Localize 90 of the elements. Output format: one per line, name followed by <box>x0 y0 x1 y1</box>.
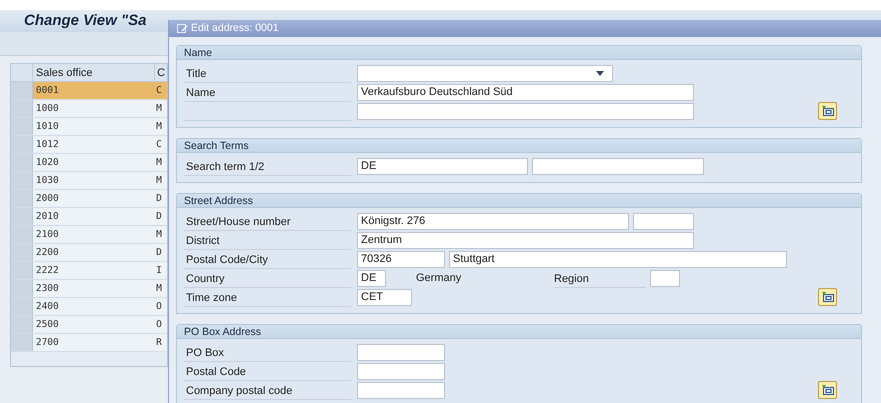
field-label: Time zone <box>184 288 351 306</box>
field-label: Title <box>184 64 351 82</box>
table-cell: C <box>155 82 167 99</box>
detail-button[interactable] <box>818 102 837 120</box>
table-cell: 1000 <box>32 100 156 117</box>
row-selector[interactable] <box>11 154 33 171</box>
input-field[interactable] <box>357 344 445 361</box>
dropdown-field[interactable] <box>357 65 613 82</box>
table-cell: 2100 <box>32 226 156 243</box>
detail-icon <box>822 292 834 302</box>
field-label: Region <box>554 270 646 288</box>
input-field[interactable] <box>357 363 445 380</box>
input-field[interactable] <box>532 158 704 175</box>
table-cell: 2010 <box>32 208 156 225</box>
table-cell: 2400 <box>32 298 156 315</box>
table-cell: M <box>155 100 167 117</box>
window-title: Change View "Sa <box>24 10 146 31</box>
table-cell: 1030 <box>32 172 156 189</box>
table-cell: M <box>155 172 167 189</box>
row-selector[interactable] <box>11 172 33 189</box>
table-cell: 1012 <box>32 136 156 153</box>
table-cell: 2222 <box>32 262 156 279</box>
input-field[interactable]: Zentrum <box>357 232 694 249</box>
group-header: Street Address <box>177 194 861 208</box>
row-selector[interactable] <box>11 334 33 351</box>
table-cell: 1010 <box>32 118 156 135</box>
field-label: Postal Code <box>184 362 351 380</box>
row-selector[interactable] <box>11 118 33 135</box>
table-cell: M <box>155 226 167 243</box>
input-field[interactable]: Verkaufsburo Deutschland Süd <box>357 84 694 101</box>
country-name-text: Germany <box>416 271 462 286</box>
row-selector[interactable] <box>11 298 33 315</box>
table-cell: M <box>155 154 167 171</box>
input-field[interactable] <box>357 103 694 120</box>
table-cell: 2500 <box>32 316 156 333</box>
input-field[interactable] <box>357 382 445 399</box>
group-header: Search Terms <box>177 139 861 153</box>
input-field[interactable]: DE <box>357 270 386 287</box>
field-label: Street/House number <box>184 212 351 230</box>
row-selector[interactable] <box>11 244 33 261</box>
row-selector[interactable] <box>11 100 33 117</box>
input-field[interactable]: CET <box>357 289 412 306</box>
column-header[interactable]: C <box>155 64 167 81</box>
field-label: Name <box>184 84 351 102</box>
input-field[interactable]: 70326 <box>357 251 445 268</box>
group-header: Name <box>177 46 861 60</box>
column-header[interactable]: Sales office <box>32 64 156 81</box>
table-cell: 2700 <box>32 334 156 351</box>
table-cell: O <box>155 316 167 333</box>
table-cell: D <box>155 190 167 207</box>
table-cell: 2200 <box>32 244 156 261</box>
table-cell: 2000 <box>32 190 156 207</box>
dropdown-caret-icon <box>596 71 604 76</box>
table-cell: I <box>155 262 167 279</box>
detail-button[interactable] <box>818 381 837 399</box>
table-cell: 0001 <box>32 82 156 99</box>
row-selector[interactable] <box>11 226 33 243</box>
field-label: Postal Code/City <box>184 250 351 268</box>
input-field[interactable]: Stuttgart <box>449 251 787 268</box>
row-selector[interactable] <box>11 82 33 99</box>
dialog-title: Edit address: 0001 <box>191 20 279 36</box>
table-cell: M <box>155 280 167 297</box>
table-cell: 2300 <box>32 280 156 297</box>
row-selector[interactable] <box>11 190 33 207</box>
row-selector[interactable] <box>11 262 33 279</box>
table-cell: O <box>155 298 167 315</box>
detail-icon <box>822 385 834 395</box>
field-label: District <box>184 232 351 250</box>
group-header: PO Box Address <box>177 325 861 339</box>
table-cell: M <box>155 118 167 135</box>
input-field[interactable] <box>650 270 680 287</box>
field-label: PO Box <box>184 344 351 362</box>
field-label: Search term 1/2 <box>184 158 351 176</box>
table-cell: D <box>155 244 167 261</box>
row-selector[interactable] <box>11 208 33 225</box>
row-selector[interactable] <box>11 316 33 333</box>
row-selector[interactable] <box>11 136 33 153</box>
input-field[interactable] <box>633 213 694 230</box>
table-cell: 1020 <box>32 154 156 171</box>
input-field[interactable]: Königstr. 276 <box>357 213 629 230</box>
table-cell: D <box>155 208 167 225</box>
edit-icon <box>177 24 188 33</box>
detail-icon <box>822 106 834 116</box>
table-cell: R <box>155 334 167 351</box>
detail-button[interactable] <box>818 288 837 306</box>
field-label: Company postal code <box>184 382 351 400</box>
field-label: Country <box>184 270 351 288</box>
table-cell: C <box>155 136 167 153</box>
input-field[interactable]: DE <box>357 158 528 175</box>
row-selector[interactable] <box>11 280 33 297</box>
